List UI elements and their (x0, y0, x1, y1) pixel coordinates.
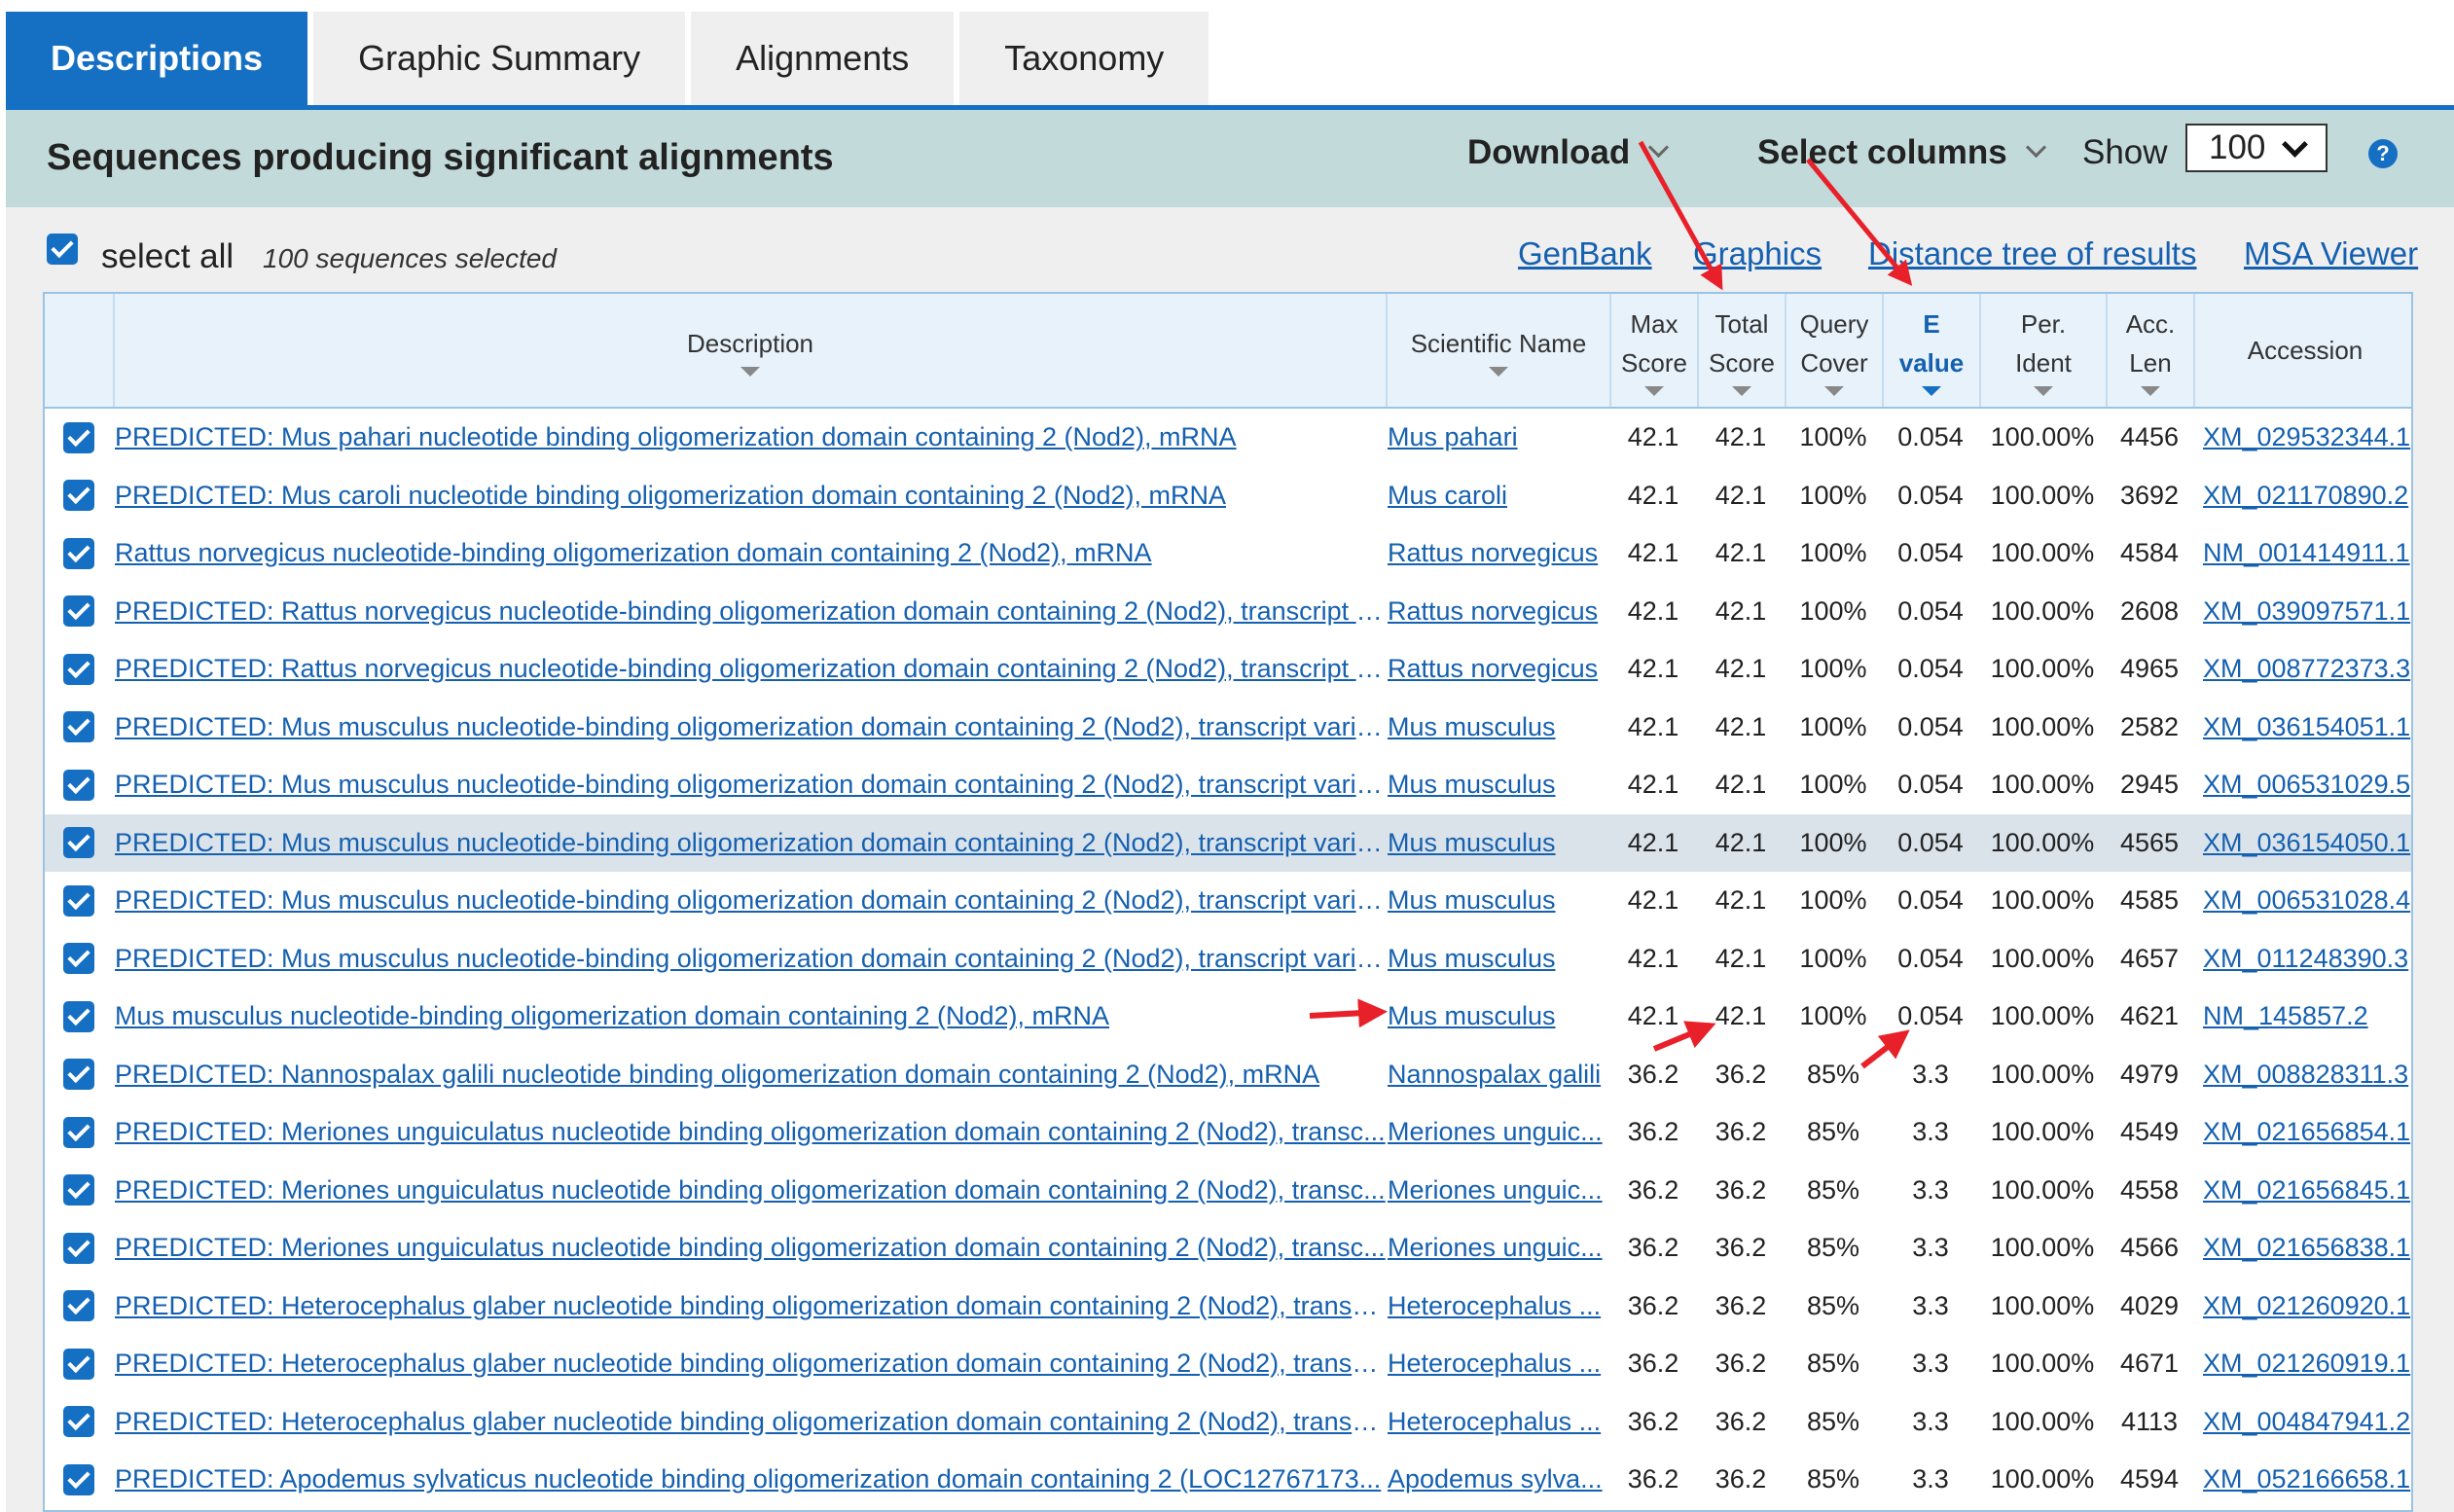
arrow-to-total-score (1638, 140, 1723, 291)
arrow-to-e-value (1806, 158, 1913, 286)
annotation-arrows (1309, 140, 1913, 1069)
arrow-to-total-score-value (1652, 1021, 1716, 1052)
arrow-to-mus-musculus (1309, 998, 1388, 1028)
arrow-to-e-value-value (1860, 1029, 1910, 1069)
